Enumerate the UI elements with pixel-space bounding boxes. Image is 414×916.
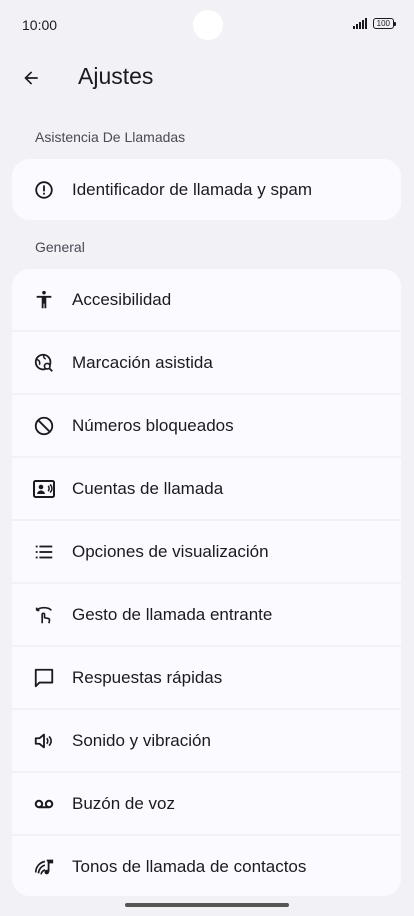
settings-item-label: Gesto de llamada entrante (72, 604, 273, 624)
battery-icon: 100 (372, 18, 397, 29)
settings-item-cuentas-de-llamada[interactable]: Cuentas de llamada (12, 456, 401, 519)
settings-item-label: Marcación asistida (72, 352, 213, 372)
accessibility-icon (32, 288, 56, 312)
settings-item-label: Buzón de voz (72, 793, 176, 813)
section-header-general: General (35, 239, 85, 255)
app-bar: Ajustes (0, 52, 414, 104)
status-bar: 10:00 100 (0, 0, 414, 52)
contact-ringtone-icon (32, 855, 56, 879)
voicemail-icon (32, 792, 56, 816)
settings-item-label: Tonos de llamada de contactos (72, 856, 307, 876)
list-icon (32, 540, 56, 564)
globe-search-icon (32, 351, 56, 375)
settings-item-respuestas-rapidas[interactable]: Respuestas rápidas (12, 645, 401, 708)
settings-item-accesibilidad[interactable]: Accesibilidad (12, 269, 401, 330)
settings-item-tonos-contactos[interactable]: Tonos de llamada de contactos (12, 834, 401, 896)
settings-card-asistencia: Identificador de llamada y spam (12, 159, 401, 220)
settings-card-general: Accesibilidad Marcación asistida Números… (12, 269, 401, 896)
arrow-back-icon (24, 71, 38, 85)
settings-item-label: Cuentas de llamada (72, 478, 224, 498)
chat-bubble-icon (32, 666, 56, 690)
settings-item-label: Respuestas rápidas (72, 667, 223, 687)
block-icon (32, 414, 56, 438)
section-header-asistencia: Asistencia De Llamadas (35, 129, 186, 145)
settings-item-gesto-llamada[interactable]: Gesto de llamada entrante (12, 582, 401, 645)
settings-item-label: Opciones de visualización (72, 541, 269, 561)
settings-item-sonido-vibracion[interactable]: Sonido y vibración (12, 708, 401, 771)
settings-item-label: Accesibilidad (72, 289, 172, 309)
settings-item-label: Sonido y vibración (72, 730, 211, 750)
status-icons: 100 (352, 18, 397, 29)
settings-item-numeros-bloqueados[interactable]: Números bloqueados (12, 393, 401, 456)
speaker-icon (32, 729, 56, 753)
settings-item-label: Identificador de llamada y spam (72, 179, 313, 199)
settings-item-identificador[interactable]: Identificador de llamada y spam (12, 159, 401, 220)
settings-item-opciones-visualizacion[interactable]: Opciones de visualización (12, 519, 401, 582)
camera-cutout (193, 10, 223, 40)
settings-item-buzon-de-voz[interactable]: Buzón de voz (12, 771, 401, 834)
swipe-gesture-icon (32, 603, 56, 627)
page-title: Ajustes (78, 63, 154, 89)
status-time: 10:00 (22, 17, 58, 33)
home-indicator[interactable] (125, 903, 289, 907)
signal-icon (352, 18, 367, 29)
settings-item-label: Números bloqueados (72, 415, 234, 435)
alert-circle-icon (32, 178, 56, 202)
account-card-icon (32, 477, 56, 501)
back-button[interactable] (18, 65, 44, 91)
settings-item-marcacion-asistida[interactable]: Marcación asistida (12, 330, 401, 393)
